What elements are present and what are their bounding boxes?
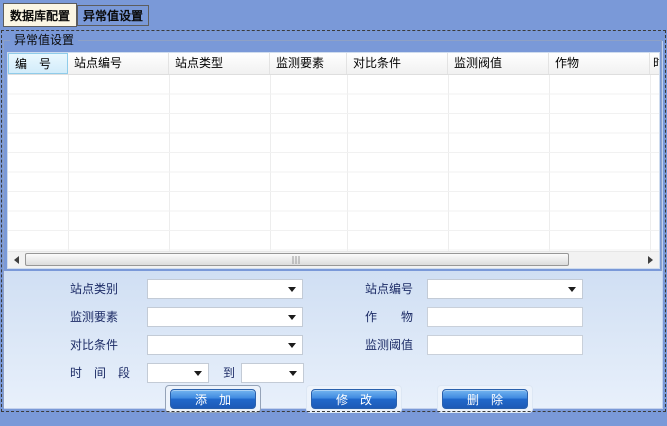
time-from-combo[interactable] [147, 363, 209, 383]
chevron-down-icon [568, 287, 576, 292]
chevron-down-icon [288, 287, 296, 292]
tab-database-config-label: 数据库配置 [10, 7, 70, 24]
column-header-threshold[interactable]: 监测阀值 [448, 53, 549, 74]
right-arrow-icon [648, 256, 653, 264]
time-to-combo[interactable] [241, 363, 304, 383]
station-number-combo[interactable] [427, 279, 583, 299]
threshold-input[interactable] [427, 335, 583, 355]
column-header-time[interactable]: 时 [650, 53, 659, 74]
delete-button[interactable]: 删 除 [442, 389, 528, 409]
table-header-row: 编 号 站点编号 站点类型 监测要素 对比条件 监测阀值 作物 时 [8, 53, 659, 75]
chevron-down-icon [288, 315, 296, 320]
column-header-station-id[interactable]: 站点编号 [68, 53, 169, 74]
station-category-label: 站点类别 [70, 279, 118, 299]
scrollbar-thumb[interactable] [25, 253, 569, 266]
left-arrow-icon [14, 256, 19, 264]
horizontal-scrollbar[interactable] [8, 251, 659, 268]
scrollbar-right-button[interactable] [642, 252, 659, 268]
modify-button-frame: 修 改 [306, 385, 402, 413]
station-number-label: 站点编号 [365, 279, 413, 299]
chevron-down-icon [288, 343, 296, 348]
groupbox-title: 异常值设置 [10, 33, 78, 48]
crop-label: 作 物 [365, 307, 413, 327]
tab-outlier-settings-label: 异常值设置 [83, 7, 143, 24]
column-header-crop[interactable]: 作物 [549, 53, 650, 74]
table-body [8, 75, 659, 252]
compare-condition-label: 对比条件 [70, 335, 118, 355]
tab-outlier-settings[interactable]: 异常值设置 [77, 5, 149, 26]
chevron-down-icon [194, 371, 202, 376]
monitor-element-combo[interactable] [147, 307, 303, 327]
scrollbar-left-button[interactable] [8, 252, 25, 268]
column-header-station-type[interactable]: 站点类型 [169, 53, 270, 74]
monitor-element-label: 监测要素 [70, 307, 118, 327]
crop-input[interactable] [427, 307, 583, 327]
time-to-label: 到 [223, 363, 235, 383]
tab-database-config[interactable]: 数据库配置 [3, 3, 77, 27]
scrollbar-grip-icon [293, 256, 302, 264]
modify-button[interactable]: 修 改 [311, 389, 397, 409]
column-header-compare-condition[interactable]: 对比条件 [347, 53, 448, 74]
add-button[interactable]: 添 加 [170, 389, 256, 409]
time-period-label: 时 间 段 [70, 363, 130, 383]
station-category-combo[interactable] [147, 279, 303, 299]
outlier-table: 编 号 站点编号 站点类型 监测要素 对比条件 监测阀值 作物 时 [7, 52, 660, 269]
threshold-label: 监测阈值 [365, 335, 413, 355]
column-header-number[interactable]: 编 号 [8, 53, 68, 74]
column-header-monitor-element[interactable]: 监测要素 [270, 53, 347, 74]
compare-condition-combo[interactable] [147, 335, 303, 355]
add-button-frame: 添 加 [165, 385, 261, 413]
chevron-down-icon [289, 371, 297, 376]
delete-button-frame: 删 除 [437, 385, 533, 413]
